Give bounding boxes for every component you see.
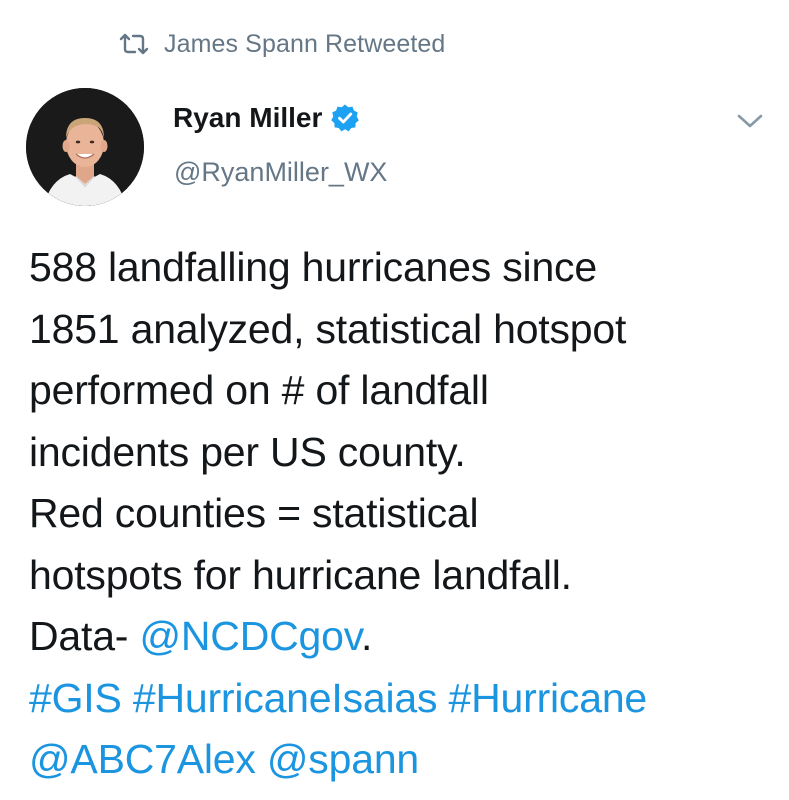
retweet-header[interactable]: James Spann Retweeted bbox=[118, 26, 445, 62]
tweet-line: performed on # of landfall bbox=[29, 367, 489, 413]
tweet-line: hotspots for hurricane landfall. bbox=[29, 551, 572, 598]
tweet-line: incidents per US county. bbox=[29, 428, 466, 475]
data-prefix: Data- bbox=[29, 613, 140, 659]
tweet-line: 588 landfalling hurricanes since bbox=[29, 244, 597, 290]
mention-link-spann[interactable]: @spann bbox=[267, 736, 419, 782]
hashtag-link-gis[interactable]: #GIS bbox=[29, 675, 122, 721]
tweet-line: Red counties = statistical bbox=[29, 490, 479, 536]
tweet-text: 588 landfalling hurricanes since 1851 an… bbox=[29, 237, 774, 791]
author-name-row[interactable]: Ryan Miller bbox=[173, 102, 360, 134]
mention-link-ncdcgov[interactable]: @NCDCgov bbox=[139, 613, 361, 659]
tweet-data-line: Data- @NCDCgov. bbox=[29, 606, 774, 668]
author-display-name[interactable]: Ryan Miller bbox=[173, 102, 322, 134]
verified-badge-icon bbox=[330, 103, 360, 133]
retweet-icon bbox=[118, 33, 150, 55]
data-suffix: . bbox=[360, 613, 373, 659]
mention-link-abc7alex[interactable]: @ABC7Alex bbox=[29, 736, 256, 782]
chevron-down-icon[interactable] bbox=[733, 108, 767, 134]
retweet-label: James Spann Retweeted bbox=[164, 29, 446, 58]
hashtag-line: #GIS #HurricaneIsaias #Hurricane bbox=[29, 668, 774, 730]
mention-line: @ABC7Alex @spann bbox=[29, 729, 774, 791]
hashtag-link-hurricane[interactable]: #Hurricane bbox=[449, 675, 648, 721]
tweet-line: 1851 analyzed, statistical hotspot bbox=[29, 305, 627, 352]
hashtag-link-hurricaneisaias[interactable]: #HurricaneIsaias bbox=[133, 675, 438, 721]
author-handle[interactable]: @RyanMiller_WX bbox=[174, 157, 387, 188]
avatar[interactable] bbox=[26, 88, 144, 206]
